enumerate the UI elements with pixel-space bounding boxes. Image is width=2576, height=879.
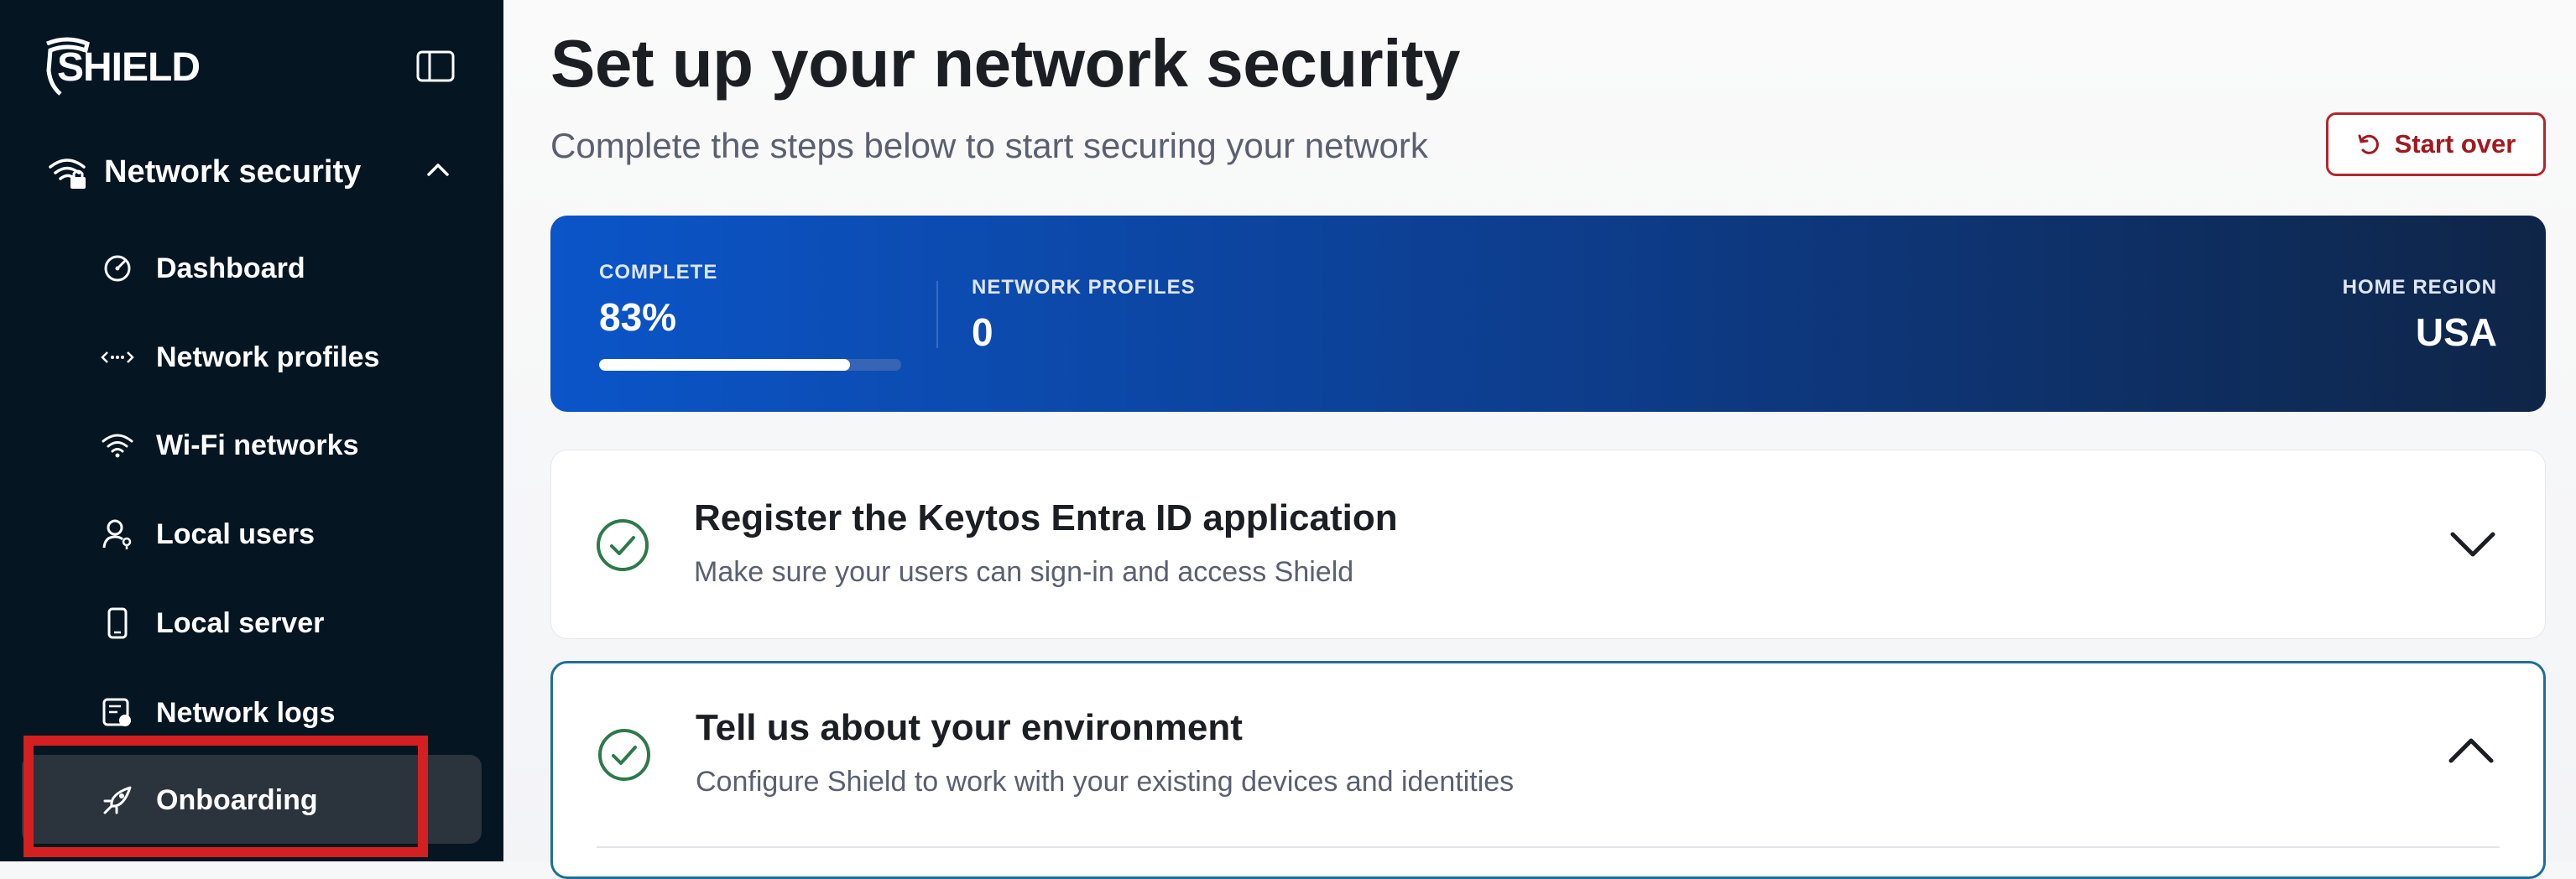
progress-banner: COMPLETE 83% NETWORK PROFILES 0 HOME REG…	[550, 216, 2546, 412]
sidebar-item-local-users[interactable]: Local users	[101, 509, 470, 559]
sidebar-item-label: Network logs	[156, 696, 336, 729]
sidebar: SHIELD Network security Dashboard Networ…	[0, 0, 503, 861]
restart-icon	[2356, 132, 2381, 157]
region-label: HOME REGION	[2342, 276, 2497, 299]
check-circle-icon	[598, 729, 650, 781]
sidebar-panel-icon	[416, 50, 455, 82]
stat-divider	[936, 281, 938, 348]
sidebar-item-wifi-networks[interactable]: Wi-Fi networks	[101, 420, 470, 471]
sidebar-item-label: Local server	[156, 606, 325, 639]
profiles-value: 0	[972, 310, 993, 354]
start-over-label: Start over	[2394, 129, 2516, 159]
sidebar-item-dashboard[interactable]: Dashboard	[101, 243, 470, 294]
log-icon	[101, 696, 134, 730]
step-card-environment[interactable]: Tell us about your environment Configure…	[550, 661, 2546, 879]
phone-device-icon	[101, 606, 134, 640]
check-circle-icon	[597, 519, 649, 571]
rocket-icon	[101, 783, 134, 817]
page-subtitle: Complete the steps below to start securi…	[550, 126, 1428, 165]
sidebar-toggle-button[interactable]	[416, 50, 455, 82]
gauge-icon	[101, 252, 134, 285]
sidebar-item-local-server[interactable]: Local server	[101, 598, 470, 648]
card-divider	[597, 846, 2500, 848]
wifi-lock-icon	[49, 159, 86, 189]
profiles-label: NETWORK PROFILES	[972, 276, 1196, 299]
chevron-up-icon[interactable]	[2446, 734, 2496, 767]
progress-fill	[599, 359, 850, 371]
logo-text: SHIELD	[57, 44, 201, 90]
sidebar-item-label: Wi-Fi networks	[156, 429, 359, 461]
complete-label: COMPLETE	[599, 261, 718, 283]
sidebar-item-network-logs[interactable]: Network logs	[101, 688, 470, 738]
chevron-up-icon	[427, 164, 449, 176]
step-title: Register the Keytos Entra ID application	[694, 497, 1398, 538]
section-label: Network security	[104, 153, 362, 190]
step-card-register[interactable]: Register the Keytos Entra ID application…	[550, 450, 2546, 639]
step-title: Tell us about your environment	[696, 707, 1243, 748]
page-title: Set up your network security	[550, 26, 1461, 101]
wifi-icon	[101, 429, 134, 462]
region-value: USA	[2415, 310, 2497, 354]
chevron-down-icon[interactable]	[2448, 528, 2498, 561]
sidebar-item-network-profiles[interactable]: Network profiles	[101, 332, 470, 382]
dots-arrows-icon	[101, 341, 134, 374]
sidebar-item-onboarding[interactable]: Onboarding	[101, 775, 470, 825]
sidebar-item-label: Dashboard	[156, 252, 305, 284]
main-content: Set up your network security Complete th…	[503, 0, 2576, 879]
section-network-security[interactable]: Network security	[47, 146, 467, 198]
step-description: Configure Shield to work with your exist…	[696, 766, 1515, 798]
sidebar-item-label: Network profiles	[156, 341, 380, 373]
sidebar-item-label: Local users	[156, 518, 315, 550]
progress-bar	[599, 359, 901, 371]
step-description: Make sure your users can sign-in and acc…	[694, 556, 1354, 588]
user-key-icon	[101, 518, 134, 551]
shield-logo[interactable]: SHIELD	[42, 37, 201, 97]
start-over-button[interactable]: Start over	[2326, 112, 2546, 176]
complete-value: 83%	[599, 295, 677, 339]
sidebar-item-label: Onboarding	[156, 783, 318, 816]
